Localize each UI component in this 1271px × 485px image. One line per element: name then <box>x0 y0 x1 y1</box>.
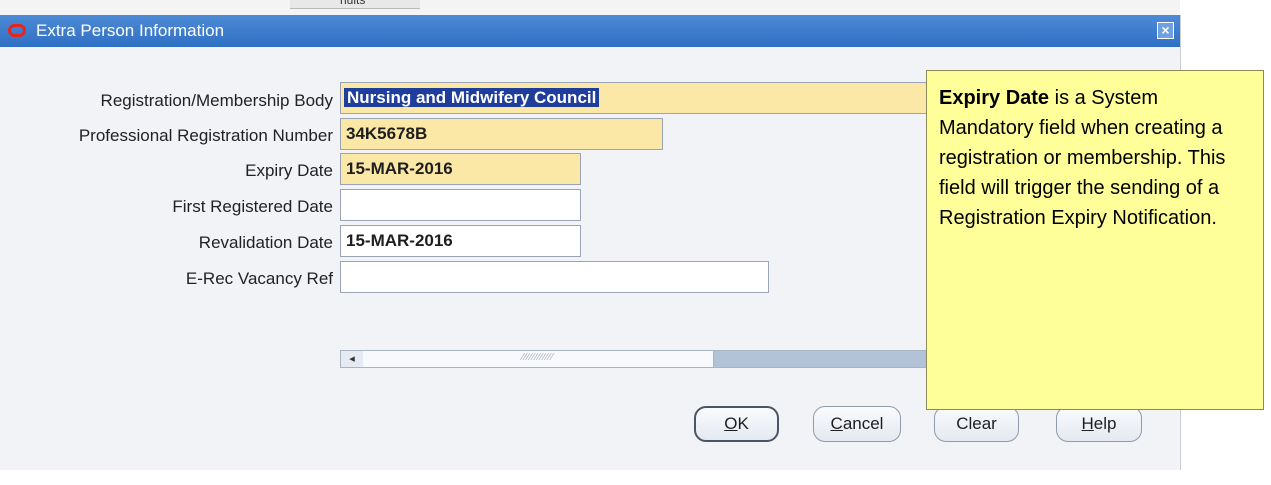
expiry-date-label: Expiry Date <box>245 161 333 180</box>
help-mnemonic: H <box>1081 414 1094 433</box>
cancel-button[interactable]: Cancel <box>813 406 901 442</box>
ok-mnemonic: O <box>724 414 738 433</box>
close-icon[interactable]: × <box>1157 22 1174 39</box>
erec-vacancy-ref-field[interactable] <box>340 261 769 293</box>
registration-body-label: Registration/Membership Body <box>100 91 333 110</box>
horizontal-scrollbar[interactable]: ◂ ⁄⁄⁄⁄⁄⁄⁄⁄⁄⁄⁄⁄ <box>340 350 990 368</box>
scroll-left-arrow-icon[interactable]: ◂ <box>341 351 363 367</box>
revalidation-date-field[interactable]: 15-MAR-2016 <box>340 225 581 257</box>
expiry-date-field[interactable]: 15-MAR-2016 <box>340 153 581 185</box>
help-label: elp <box>1093 414 1117 433</box>
first-registered-date-field[interactable] <box>340 189 581 221</box>
erec-vacancy-ref-label: E-Rec Vacancy Ref <box>185 269 333 288</box>
cancel-label: ancel <box>842 414 884 433</box>
registration-number-field[interactable]: 34K5678B <box>340 118 663 150</box>
scroll-thumb[interactable]: ⁄⁄⁄⁄⁄⁄⁄⁄⁄⁄⁄⁄ <box>363 351 714 367</box>
registration-number-label: Professional Registration Number <box>78 126 333 145</box>
background-window: nuits <box>0 0 1180 15</box>
field-labels: Registration/Membership Body Professiona… <box>0 15 333 485</box>
clear-label: Clear <box>956 414 997 433</box>
first-registered-date-label: First Registered Date <box>172 197 333 216</box>
clear-button[interactable]: Clear <box>934 406 1019 442</box>
background-tab-label: nuits <box>340 0 366 7</box>
help-button[interactable]: Help <box>1056 406 1142 442</box>
callout-bold-text: Expiry Date <box>939 87 1050 109</box>
registration-body-value: Nursing and Midwifery Council <box>344 88 600 107</box>
ok-label: K <box>737 414 749 433</box>
ok-button[interactable]: OK <box>694 406 779 442</box>
expiry-date-callout: Expiry Date is a System Mandatory field … <box>926 70 1264 410</box>
cancel-mnemonic: C <box>830 414 843 433</box>
revalidation-date-label: Revalidation Date <box>198 233 333 252</box>
